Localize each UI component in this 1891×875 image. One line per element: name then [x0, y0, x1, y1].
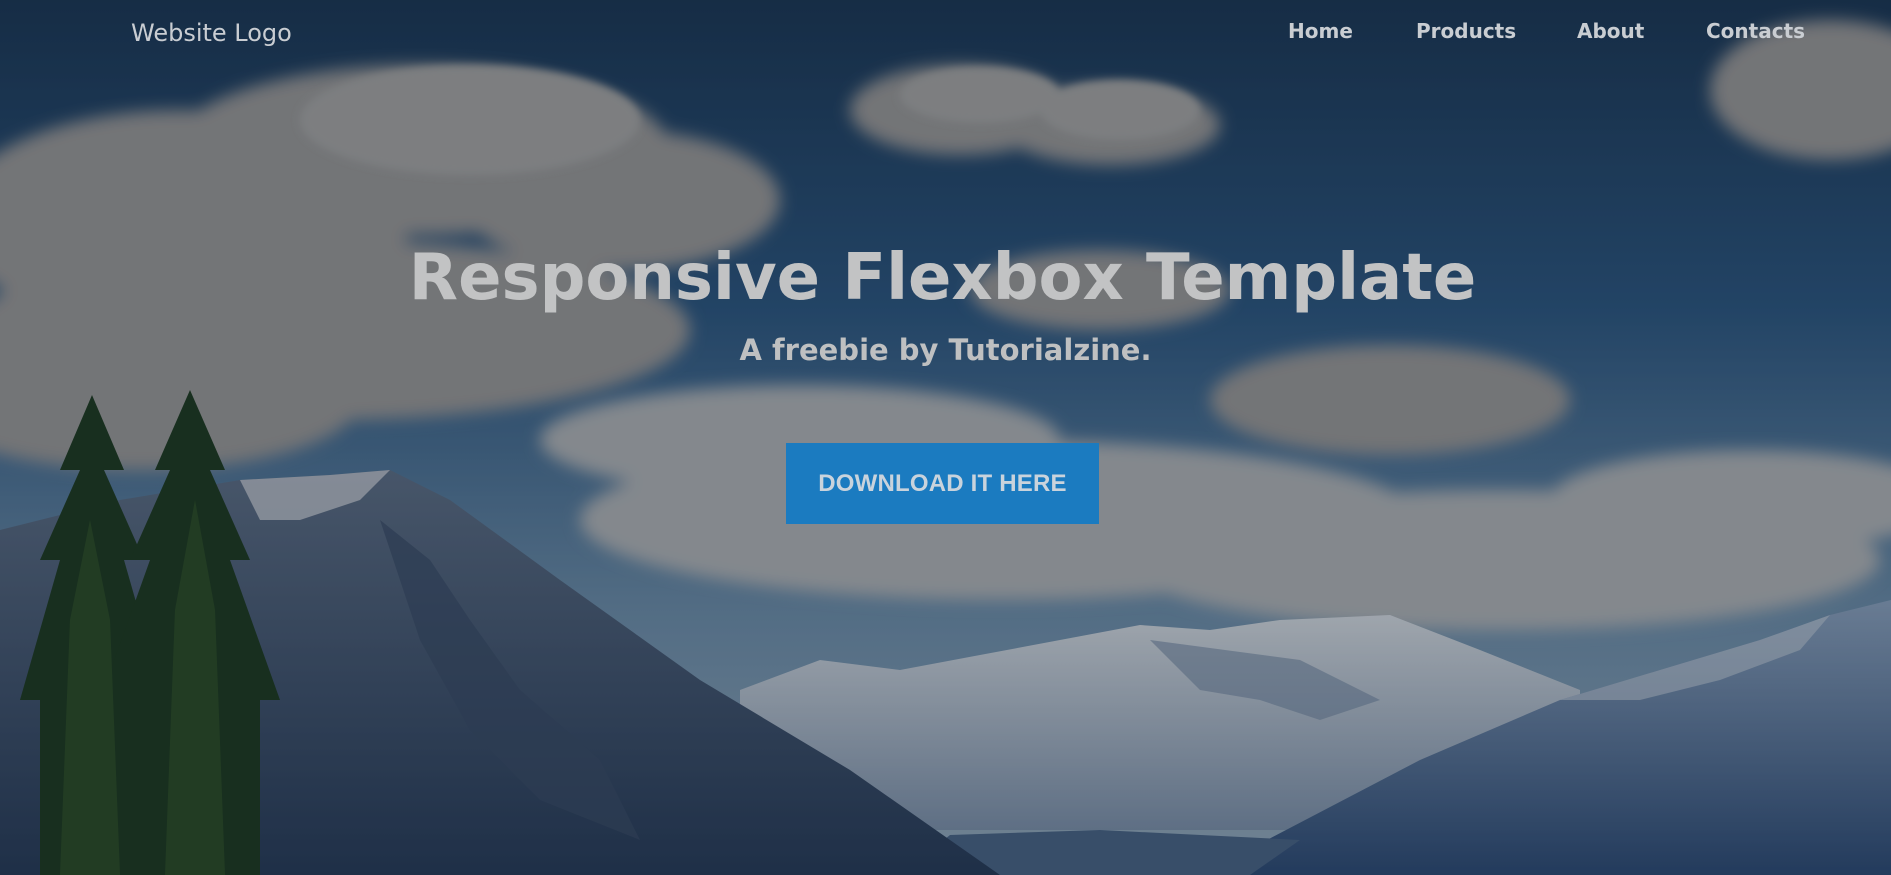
site-header: Website Logo Home Products About Contact… — [0, 0, 1891, 70]
nav-home[interactable]: Home — [1288, 19, 1353, 43]
nav-about[interactable]: About — [1577, 19, 1644, 43]
website-logo[interactable]: Website Logo — [131, 19, 292, 47]
nav-products[interactable]: Products — [1416, 19, 1516, 43]
hero-title: Responsive Flexbox Template — [408, 241, 1477, 315]
background-image — [0, 0, 1891, 875]
hero-section: Website Logo Home Products About Contact… — [0, 0, 1891, 875]
hero-subtitle: A freebie by Tutorialzine. — [739, 333, 1152, 367]
download-button[interactable]: DOWNLOAD IT HERE — [786, 443, 1099, 524]
nav-contacts[interactable]: Contacts — [1706, 19, 1805, 43]
